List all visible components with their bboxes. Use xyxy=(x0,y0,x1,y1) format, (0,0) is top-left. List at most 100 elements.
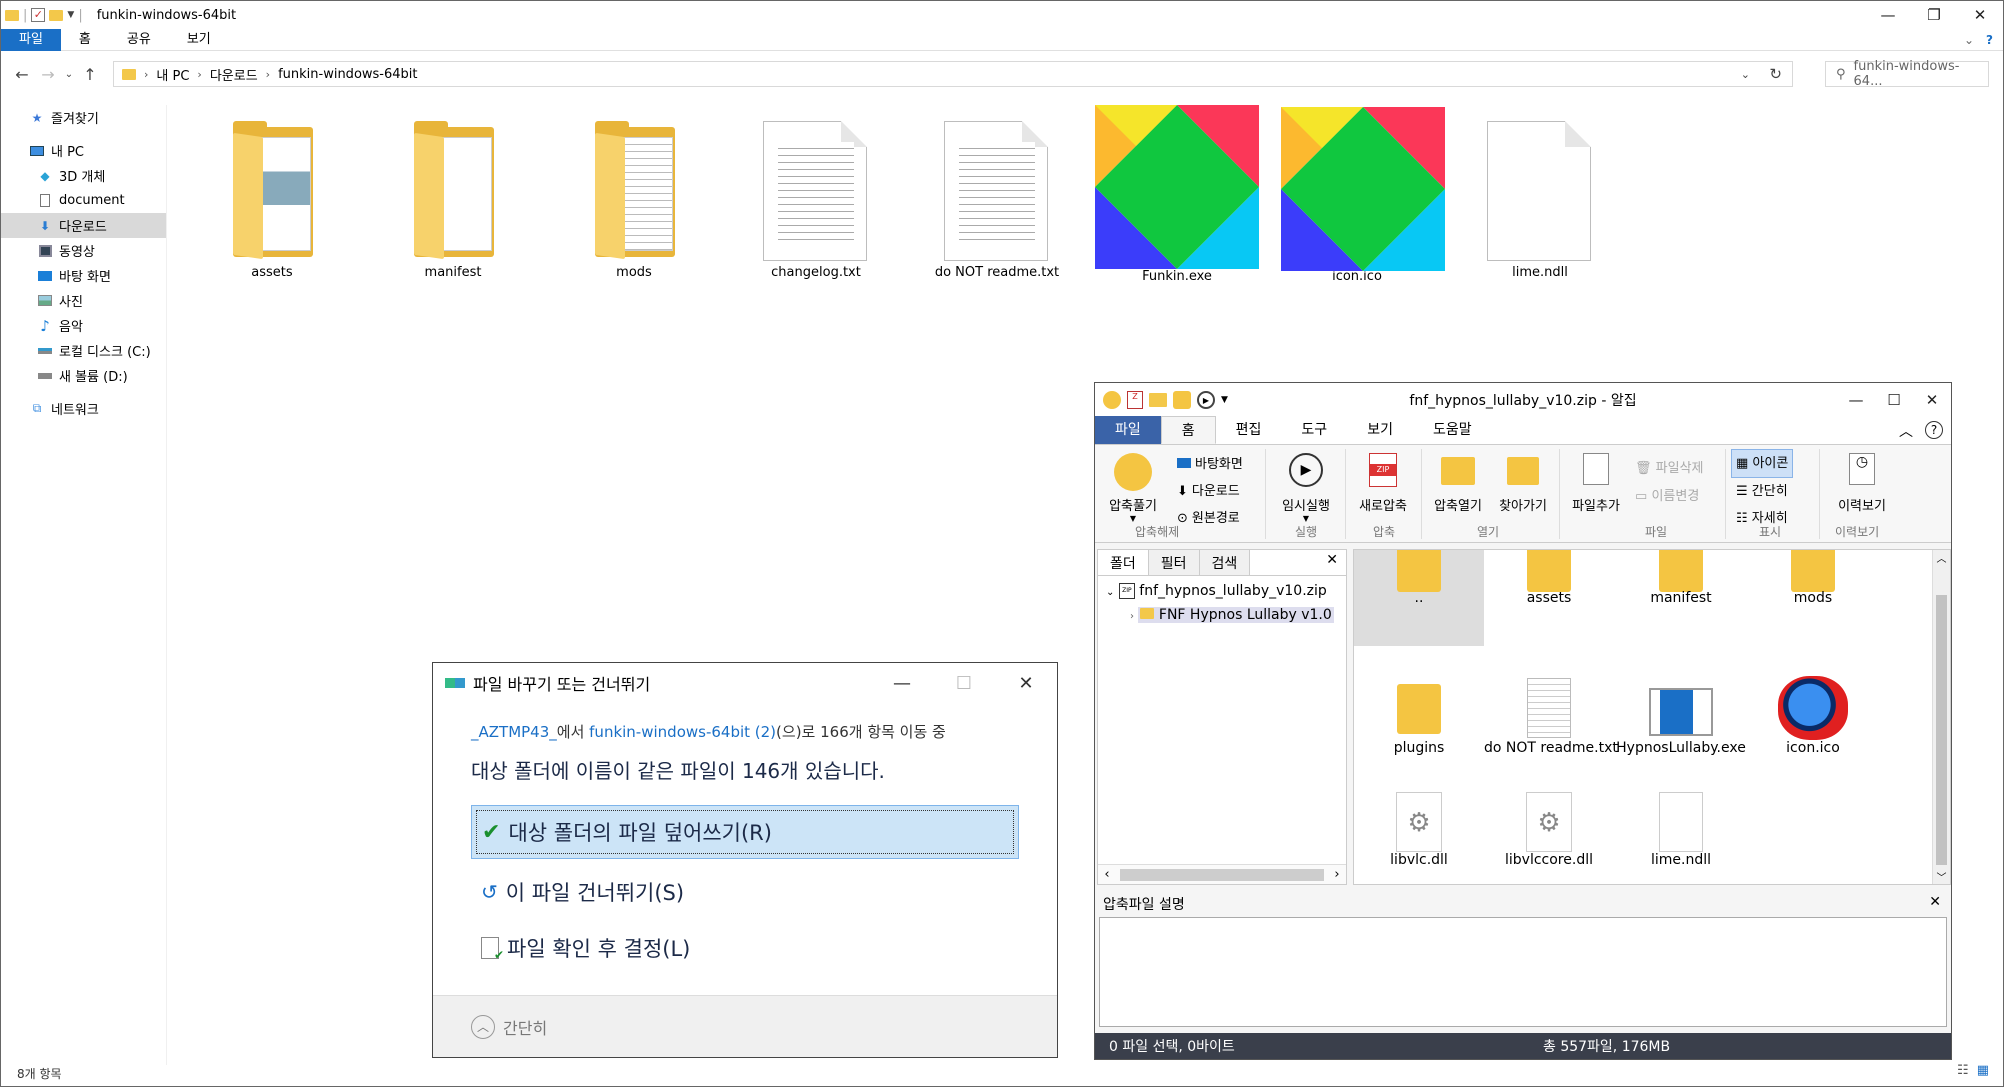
chevron-down-icon[interactable]: ▼ xyxy=(67,10,74,20)
history-button[interactable]: ◷ 이력보기 xyxy=(1827,453,1897,514)
close-button[interactable]: ✕ xyxy=(1913,386,1951,414)
scroll-thumb[interactable] xyxy=(1120,868,1324,881)
archive-item[interactable]: assets xyxy=(1484,550,1614,646)
back-arrow-icon[interactable]: ← xyxy=(9,65,35,84)
maximize-button[interactable]: ☐ xyxy=(1875,386,1913,414)
refresh-icon[interactable]: ↻ xyxy=(1769,65,1782,83)
nav-item-videos[interactable]: 동영상 xyxy=(1,238,166,263)
breadcrumb-item[interactable]: funkin-windows-64bit xyxy=(278,67,417,82)
extract-icon[interactable] xyxy=(1173,391,1191,409)
archive-item[interactable]: ⚙ libvlccore.dll xyxy=(1484,766,1614,870)
destination-folder-link[interactable]: funkin-windows-64bit (2) xyxy=(589,723,776,741)
collapse-details-icon[interactable]: ︿ xyxy=(471,1014,495,1039)
minimize-button[interactable]: — xyxy=(871,663,933,703)
vertical-scrollbar[interactable]: ︿ ﹀ xyxy=(1932,550,1950,884)
archive-item[interactable]: .. xyxy=(1354,550,1484,646)
minimize-button[interactable]: — xyxy=(1837,386,1875,414)
scroll-thumb[interactable] xyxy=(1936,595,1947,865)
nav-item-music[interactable]: ♪ 음악 xyxy=(1,313,166,338)
tab-share[interactable]: 공유 xyxy=(109,29,169,51)
chevron-down-icon[interactable]: ⌄ xyxy=(1741,68,1750,81)
nav-item-3d-objects[interactable]: ◆ 3D 개체 xyxy=(1,163,166,188)
nav-item-desktop[interactable]: 바탕 화면 xyxy=(1,263,166,288)
view-icons-button[interactable]: ▦ 아이콘 xyxy=(1731,449,1794,478)
file-item[interactable]: Funkin.exe xyxy=(1095,105,1259,284)
help-icon[interactable]: ? xyxy=(1986,29,1993,51)
nav-item-favorites[interactable]: ★ 즐겨찾기 xyxy=(1,105,166,130)
scroll-down-icon[interactable]: ﹀ xyxy=(1933,869,1950,884)
add-file-button[interactable]: 파일추가 xyxy=(1565,453,1627,514)
nav-item-documents[interactable]: document xyxy=(1,188,166,213)
nav-item-drive-c[interactable]: 로컬 디스크 (C:) xyxy=(1,338,166,363)
chevron-down-icon[interactable]: ⌄ xyxy=(1106,587,1114,598)
skip-option[interactable]: ↺ 이 파일 건너뛰기(S) xyxy=(471,869,1019,915)
properties-icon[interactable]: ✓ xyxy=(31,8,46,22)
tab-filter[interactable]: 필터 xyxy=(1147,550,1199,575)
tab-tools[interactable]: 도구 xyxy=(1281,416,1347,444)
source-folder-link[interactable]: _AZTMP43_ xyxy=(471,723,557,741)
extract-to-downloads-button[interactable]: ⬇ 다운로드 xyxy=(1177,478,1243,505)
file-item[interactable]: icon.ico xyxy=(1281,107,1445,284)
archive-item[interactable]: plugins xyxy=(1354,654,1484,758)
archive-item[interactable]: manifest xyxy=(1616,550,1746,646)
open-folder-icon[interactable] xyxy=(1149,393,1167,407)
tree-node-child[interactable]: › FNF Hypnos Lullaby v1.0 xyxy=(1106,604,1338,628)
view-simple-button[interactable]: ☰ 간단히 xyxy=(1731,478,1793,505)
details-view-icon[interactable]: ☷ xyxy=(1957,1063,1969,1078)
tab-home[interactable]: 홈 xyxy=(1160,416,1216,444)
file-item[interactable]: assets xyxy=(197,113,347,280)
nav-item-this-pc[interactable]: 내 PC xyxy=(1,138,166,163)
address-field[interactable]: › 내 PC › 다운로드 › funkin-windows-64bit ⌄ ↻ xyxy=(113,61,1793,87)
close-description-icon[interactable]: ✕ xyxy=(1929,894,1941,910)
archive-item[interactable]: icon.ico xyxy=(1748,654,1878,758)
play-icon[interactable]: ▶ xyxy=(1197,391,1215,409)
minimize-button[interactable]: — xyxy=(1865,1,1911,29)
help-icon[interactable]: ? xyxy=(1925,421,1943,439)
horizontal-scrollbar[interactable]: ‹ › xyxy=(1098,864,1346,884)
breadcrumb-item[interactable]: 다운로드 xyxy=(210,65,258,84)
new-folder-icon[interactable] xyxy=(49,9,64,21)
archive-item[interactable]: do NOT readme.txt xyxy=(1484,654,1618,758)
extract-to-original-button[interactable]: ⊙ 원본경로 xyxy=(1177,505,1243,532)
up-arrow-icon[interactable]: ↑ xyxy=(77,65,103,84)
nav-item-drive-d[interactable]: 새 볼륨 (D:) xyxy=(1,363,166,388)
delete-file-button[interactable]: 🗑 파일삭제 xyxy=(1635,455,1704,483)
rename-button[interactable]: ▭ 이름변경 xyxy=(1635,483,1704,511)
expand-ribbon-icon[interactable]: ⌄ xyxy=(1964,29,1974,51)
new-zip-button[interactable]: ZIP 새로압축 xyxy=(1351,453,1415,514)
scroll-right-icon[interactable]: › xyxy=(1328,867,1346,882)
chevron-right-icon[interactable]: › xyxy=(1130,611,1134,622)
file-item[interactable]: lime.ndll xyxy=(1465,113,1615,280)
archive-item[interactable]: mods xyxy=(1748,550,1878,646)
search-input[interactable]: ⚲ funkin-windows-64... xyxy=(1825,59,1989,89)
file-item[interactable]: do NOT readme.txt xyxy=(922,113,1072,280)
restore-button[interactable]: ❐ xyxy=(1911,1,1957,29)
scroll-left-icon[interactable]: ‹ xyxy=(1098,867,1116,882)
tab-search[interactable]: 검색 xyxy=(1198,550,1251,575)
file-item[interactable]: mods xyxy=(559,113,709,280)
description-textarea[interactable] xyxy=(1099,917,1947,1027)
scroll-up-icon[interactable]: ︿ xyxy=(1933,550,1950,565)
tab-view[interactable]: 보기 xyxy=(1347,416,1413,444)
temp-run-button[interactable]: ▶ 임시실행 ▼ xyxy=(1275,453,1337,523)
nav-item-network[interactable]: ⧉ 네트워크 xyxy=(1,396,166,421)
collapse-ribbon-icon[interactable]: ︿ xyxy=(1899,421,1913,441)
chevron-down-icon[interactable]: ▼ xyxy=(1221,395,1228,405)
nav-item-downloads[interactable]: ⬇ 다운로드 xyxy=(1,213,166,238)
maximize-button[interactable]: ☐ xyxy=(933,663,995,703)
tree-node-root[interactable]: ⌄ ZIP fnf_hypnos_lullaby_v10.zip xyxy=(1106,580,1338,604)
extract-to-desktop-button[interactable]: 바탕화면 xyxy=(1177,451,1243,478)
archive-item[interactable]: lime.ndll xyxy=(1616,766,1746,870)
collapse-details-button[interactable]: 간단히 xyxy=(503,1015,547,1039)
recent-chevron-icon[interactable]: ⌄ xyxy=(61,69,77,80)
archive-item[interactable]: HypnosLullaby.exe xyxy=(1616,654,1746,758)
tab-file[interactable]: 파일 xyxy=(1,28,61,51)
open-zip-button[interactable]: 압축열기 xyxy=(1427,453,1489,514)
file-item[interactable]: manifest xyxy=(378,113,528,280)
close-button[interactable]: ✕ xyxy=(995,663,1057,703)
new-archive-icon[interactable]: Z xyxy=(1127,391,1143,409)
extract-button[interactable]: 압축풀기 ▼ xyxy=(1105,453,1161,523)
tab-file[interactable]: 파일 xyxy=(1095,416,1161,444)
decide-each-option[interactable]: ✔ 파일 확인 후 결정(L) xyxy=(471,925,1019,971)
tab-home[interactable]: 홈 xyxy=(61,29,109,51)
